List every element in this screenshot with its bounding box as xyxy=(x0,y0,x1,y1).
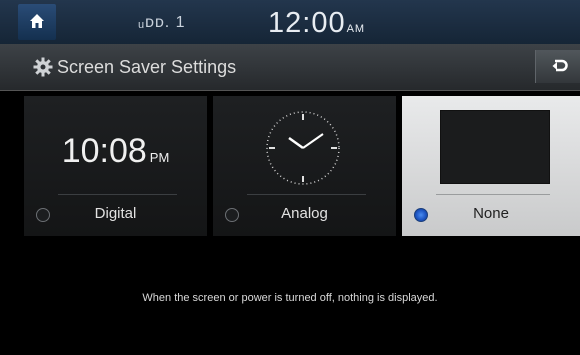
tile-divider xyxy=(436,194,550,195)
status-clock: 12:00AM xyxy=(268,7,365,40)
tile-none[interactable]: None xyxy=(402,96,580,236)
digital-clock-preview: 10:08 PM xyxy=(24,132,207,171)
back-arrow-icon xyxy=(552,59,568,72)
page-title: Screen Saver Settings xyxy=(57,57,237,77)
analog-clock-icon xyxy=(266,111,340,185)
tile-label-analog: Analog xyxy=(281,205,328,222)
home-icon xyxy=(30,14,44,28)
clock-time: 12:00 xyxy=(268,7,346,39)
description-text: When the screen or power is turned off, … xyxy=(142,292,438,304)
tile-analog[interactable]: Analog xyxy=(213,96,396,236)
clock-ampm: AM xyxy=(346,23,366,35)
tile-divider xyxy=(247,194,366,195)
tile-label-digital: Digital xyxy=(94,205,137,222)
home-button[interactable] xyxy=(18,4,56,40)
blank-screen-preview xyxy=(440,110,550,184)
preview-ampm: PM xyxy=(149,150,170,165)
signal-indicator: ᵤᴅᴅ. 1 xyxy=(138,14,186,31)
tile-label-none: None xyxy=(473,205,509,222)
status-bar: ᵤᴅᴅ. 1 12:00AM xyxy=(0,0,580,44)
tile-divider xyxy=(58,194,177,195)
gear-icon xyxy=(33,57,53,77)
back-button[interactable] xyxy=(535,50,580,83)
title-bar: Screen Saver Settings xyxy=(0,44,580,91)
preview-time: 10:08 xyxy=(61,132,147,170)
tile-digital[interactable]: 10:08 PM Digital xyxy=(24,96,207,236)
